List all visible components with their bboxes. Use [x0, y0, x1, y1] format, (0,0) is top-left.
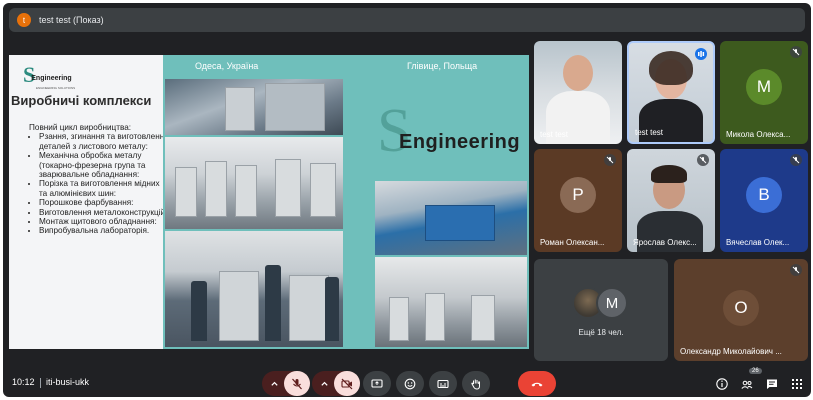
present-icon [371, 378, 383, 388]
mic-off-icon [790, 46, 802, 58]
factory-photo-2 [165, 137, 343, 229]
more-participants-label: Ещё 18 чел. [578, 328, 624, 337]
people-button[interactable] [738, 375, 756, 393]
shared-screen: S Engineering ENGINEERING SOLUTIONS Виро… [9, 55, 529, 349]
slide-bullet: Випробувальна лабораторія. [39, 226, 169, 235]
presentation-bar: t test test (Показ) [9, 8, 805, 32]
slide-bullet: Порізка та виготовлення мідних та алюмін… [39, 179, 169, 198]
factory-photo-4 [375, 181, 527, 255]
chevron-up-icon [320, 381, 328, 386]
slide-big-logo: S Engineering [377, 97, 521, 165]
participant-avatar: Р [560, 176, 596, 213]
participant-tile[interactable]: О Олександр Миколайович ... [674, 259, 808, 361]
present-screen-button[interactable] [363, 371, 391, 396]
slide-bullet: Порошкове фарбування: [39, 198, 169, 207]
slide-bullet: Механічна обробка металу (токарно-фрезер… [39, 151, 169, 179]
slide-body: Повний цикл виробництва: Рзання, згинанн… [29, 123, 169, 236]
participant-name: test test [540, 130, 569, 139]
factory-photo-3 [165, 231, 343, 347]
participant-avatar: О [723, 290, 759, 326]
meet-window: t test test (Показ) S Engineering ENGINE… [3, 3, 811, 397]
participant-tile[interactable]: Р Роман Олексан... [534, 149, 622, 252]
presentation-title: test test (Показ) [39, 15, 104, 25]
participant-name: test test [635, 128, 664, 137]
mic-toggle-button[interactable] [284, 371, 310, 396]
more-participants-tile[interactable]: М Ещё 18 чел. [534, 259, 668, 361]
participant-tile[interactable]: test test [534, 41, 622, 144]
presenter-avatar: t [17, 13, 31, 27]
raise-hand-button[interactable] [462, 371, 490, 396]
camera-options-button[interactable] [313, 371, 335, 396]
emoji-icon [404, 378, 416, 389]
clock: 10:12 [12, 377, 35, 387]
mic-off-icon [790, 154, 802, 166]
captions-button[interactable] [429, 371, 457, 396]
participant-avatar: М [596, 287, 628, 319]
slide-heading: Виробничі комплекси [11, 93, 152, 108]
participant-tile[interactable]: В Вячеслав Олек... [720, 149, 808, 252]
participant-avatar: М [746, 68, 782, 105]
hand-icon [471, 379, 480, 390]
captions-icon [437, 379, 449, 388]
camera-toggle-button[interactable] [334, 371, 360, 396]
factory-photo-5 [375, 257, 527, 347]
city-label-gliwice: Глівице, Польща [407, 61, 478, 71]
reactions-button[interactable] [396, 371, 424, 396]
factory-photo-1 [165, 79, 343, 135]
camera-off-icon [341, 378, 353, 389]
slide-logo: S Engineering ENGINEERING SOLUTIONS [23, 62, 76, 91]
mic-options-button[interactable] [263, 371, 285, 396]
chevron-up-icon [270, 381, 278, 386]
info-icon [716, 378, 728, 390]
slide-bullet: Рзання, згинання та виготовлення деталей… [39, 132, 169, 151]
participant-name: Вячеслав Олек... [726, 238, 790, 247]
divider [40, 378, 41, 388]
participant-avatar: В [746, 176, 782, 213]
end-call-button[interactable] [518, 371, 556, 396]
participant-name: Микола Олекса... [726, 130, 791, 139]
speaking-indicator-icon [695, 48, 707, 60]
participant-tile[interactable]: М Микола Олекса... [720, 41, 808, 144]
activities-button[interactable] [788, 375, 806, 393]
mic-off-icon [604, 154, 616, 166]
slide-intro: Повний цикл виробництва: [29, 123, 132, 132]
participant-count-badge: 26 [749, 368, 762, 374]
more-participants-avatars: М [572, 287, 632, 321]
chat-icon [767, 379, 777, 389]
mic-off-icon [790, 264, 802, 276]
participant-name: Олександр Миколайович ... [680, 347, 782, 356]
hang-up-icon [531, 382, 543, 386]
meeting-details-button[interactable] [713, 375, 731, 393]
control-bar: 10:12 iti-busi-ukk 26 [3, 367, 811, 397]
people-icon [741, 380, 753, 389]
chat-button[interactable] [763, 375, 781, 393]
slide-bullet: Монтаж щитового обладнання: [39, 217, 169, 226]
apps-grid-icon [792, 379, 802, 389]
meeting-code: iti-busi-ukk [46, 377, 90, 387]
slide-bullet: Виготовлення металоконструкцій: [39, 208, 169, 217]
city-label-odesa: Одеса, Україна [195, 61, 259, 71]
participant-tile[interactable]: Ярослав Олекс... [627, 149, 715, 252]
slide-bullet-list: Рзання, згинання та виготовлення деталей… [39, 132, 169, 235]
participant-tile-active-speaker[interactable]: test test [627, 41, 715, 144]
participant-name: Ярослав Олекс... [633, 238, 697, 247]
mic-off-icon [697, 154, 709, 166]
participant-name: Роман Олексан... [540, 238, 605, 247]
mic-off-icon [292, 378, 302, 389]
